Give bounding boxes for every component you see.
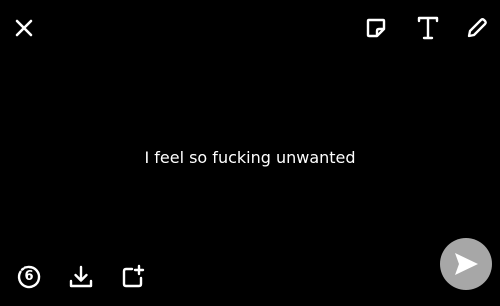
add-to-story-icon: [120, 264, 146, 290]
add-to-story-button[interactable]: [118, 262, 148, 292]
draw-button[interactable]: [462, 13, 492, 43]
send-arrow-icon: [452, 251, 480, 277]
text-icon: [416, 15, 440, 41]
sticker-icon: [364, 16, 388, 40]
close-icon: [14, 18, 34, 38]
text-tool-button[interactable]: [413, 13, 443, 43]
timer-value: 6: [24, 269, 34, 284]
timer-button[interactable]: 6: [14, 262, 44, 292]
sticker-button[interactable]: [362, 14, 390, 42]
download-icon: [68, 264, 94, 290]
timer-icon: 6: [16, 264, 42, 290]
caption-text[interactable]: I feel so fucking unwanted: [0, 148, 500, 167]
close-button[interactable]: [10, 14, 38, 42]
save-button[interactable]: [66, 262, 96, 292]
send-button[interactable]: [440, 238, 492, 290]
pencil-icon: [465, 16, 489, 40]
